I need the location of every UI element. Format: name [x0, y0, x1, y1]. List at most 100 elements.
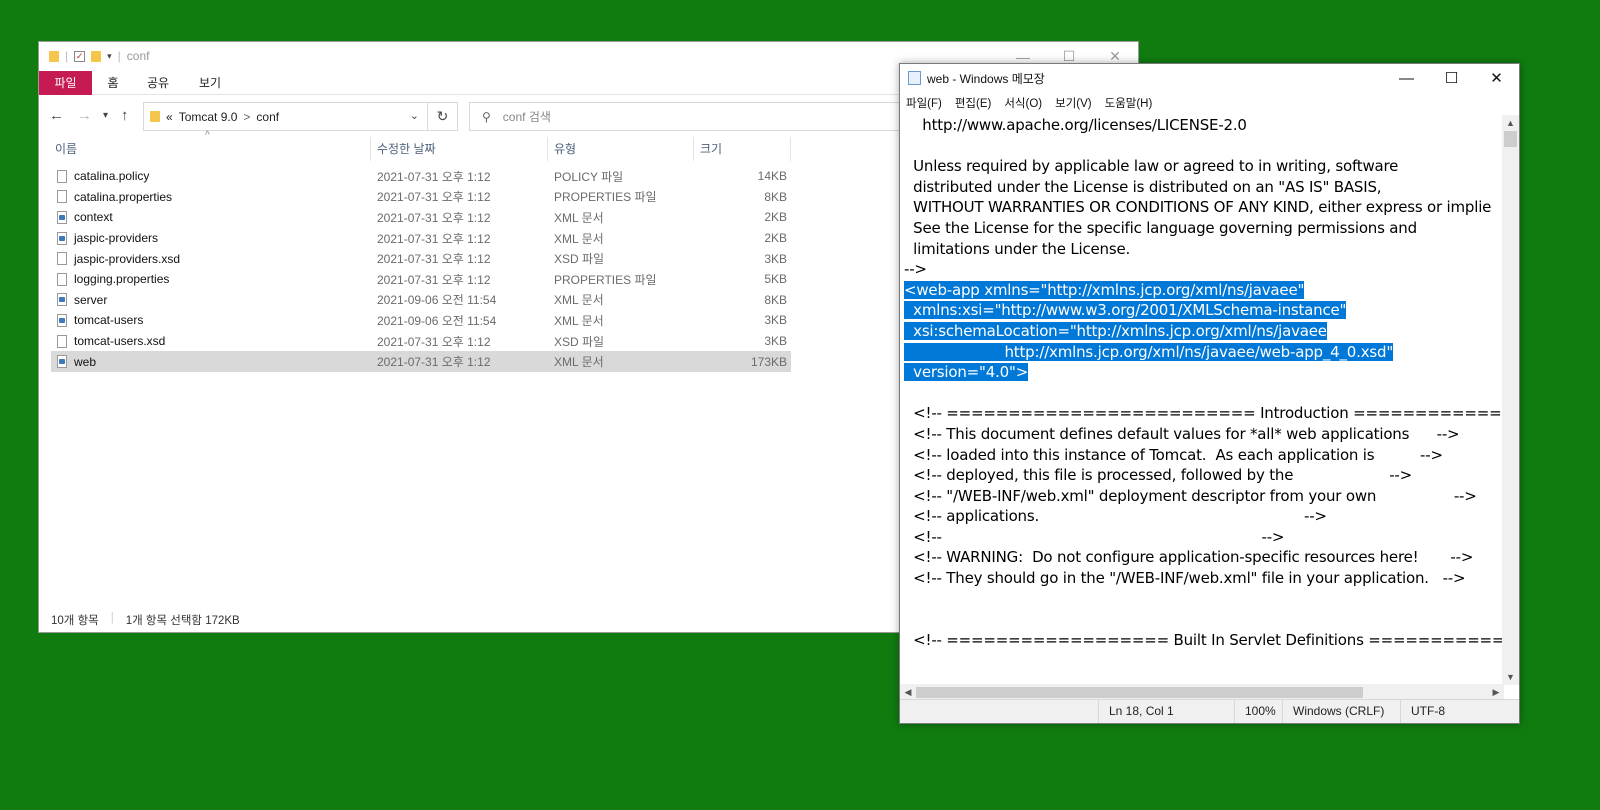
- file-row[interactable]: catalina.properties 2021-07-31 오후 1:12 PRO…: [51, 187, 791, 208]
- column-header-type[interactable]: 유형: [548, 137, 694, 161]
- text-line: http://xmlns.jcp.org/xml/ns/javaee/web-a…: [904, 342, 1502, 363]
- text-line: [904, 136, 1502, 157]
- file-row[interactable]: jaspic-providers 2021-07-31 오후 1:12 XML 문서…: [51, 228, 791, 249]
- file-type: XML 문서: [554, 293, 604, 308]
- file-name-cell[interactable]: jaspic-providers: [57, 231, 158, 245]
- text-line: <!-- They should go in the "/WEB-INF/web…: [904, 568, 1502, 589]
- menu-view[interactable]: 보기(V): [1055, 95, 1092, 111]
- menu-file[interactable]: 파일(F): [906, 95, 942, 111]
- file-icon: [57, 272, 67, 286]
- column-header-size[interactable]: 크기: [694, 137, 791, 161]
- file-size: 3KB: [764, 334, 787, 349]
- back-arrow-icon[interactable]: ←: [49, 107, 64, 124]
- menu-help[interactable]: 도움말(H): [1105, 95, 1153, 111]
- file-row[interactable]: tomcat-users 2021-09-06 오전 11:54 XML 문서 3KB: [51, 310, 791, 331]
- line-ending: Windows (CRLF): [1282, 700, 1400, 723]
- line-text: distributed under the License is distrib…: [904, 177, 1382, 196]
- line-text: <!-- ================== Built In Servlet…: [904, 630, 1502, 649]
- file-name-cell[interactable]: logging.properties: [57, 272, 169, 286]
- close-button[interactable]: ✕: [1474, 64, 1519, 92]
- file-type: XSD 파일: [554, 334, 605, 349]
- xml-file-icon: [57, 293, 67, 307]
- file-name: catalina.properties: [74, 189, 173, 204]
- file-row[interactable]: catalina.policy 2021-07-31 오후 1:12 POLICY …: [51, 166, 791, 187]
- maximize-button[interactable]: ☐: [1429, 64, 1474, 92]
- line-text: <!-- ========================= Introduct…: [913, 404, 1502, 423]
- breadcrumb-conf[interactable]: conf: [256, 110, 279, 124]
- vertical-scroll-thumb[interactable]: [1504, 131, 1517, 147]
- menu-edit[interactable]: 편집(E): [955, 95, 992, 111]
- tab-file[interactable]: 파일: [39, 71, 92, 95]
- text-line: [904, 609, 1502, 630]
- minimize-button[interactable]: —: [1384, 64, 1429, 92]
- selected-text: version="4.0">: [904, 363, 1029, 382]
- tab-share[interactable]: 공유: [143, 71, 173, 95]
- selected-text: <web-app xmlns="http://xmlns.jcp.org/xml…: [904, 280, 1305, 299]
- forward-arrow-icon[interactable]: →: [77, 107, 92, 124]
- file-name-cell[interactable]: catalina.policy: [57, 169, 149, 183]
- new-folder-icon[interactable]: [91, 50, 102, 62]
- text-line: <!-- -->: [904, 527, 1502, 548]
- file-name-cell[interactable]: tomcat-users.xsd: [57, 334, 165, 348]
- encoding: UTF-8: [1400, 700, 1518, 723]
- text-line: <!-- deployed, this file is processed, f…: [904, 465, 1502, 486]
- column-headers: 이름 수정한 날짜 유형 크기: [39, 137, 799, 161]
- file-name-cell[interactable]: context: [57, 210, 113, 224]
- file-name: logging.properties: [74, 272, 170, 287]
- horizontal-scroll-thumb[interactable]: [916, 687, 1363, 698]
- menu-format[interactable]: 서식(O): [1004, 95, 1042, 111]
- file-date: 2021-07-31 오후 1:12: [377, 169, 491, 184]
- file-row[interactable]: context 2021-07-31 오후 1:12 XML 문서 2KB: [51, 207, 791, 228]
- file-name-cell[interactable]: jaspic-providers.xsd: [57, 252, 180, 266]
- file-row[interactable]: server 2021-09-06 오전 11:54 XML 문서 8KB: [51, 290, 791, 311]
- vertical-scrollbar[interactable]: ▲ ▼: [1502, 115, 1519, 685]
- file-name-cell[interactable]: tomcat-users: [57, 313, 143, 327]
- window-title: web - Windows 메모장: [927, 71, 1045, 86]
- column-header-date[interactable]: 수정한 날짜: [371, 137, 548, 161]
- line-text: <!-- They should go in the "/WEB-INF/web…: [904, 569, 1466, 588]
- line-text: -->: [904, 260, 927, 279]
- line-text: <!-- deployed, this file is processed, f…: [904, 466, 1412, 485]
- properties-icon[interactable]: ✓: [74, 50, 86, 62]
- tab-view[interactable]: 보기: [195, 71, 225, 95]
- file-date: 2021-07-31 오후 1:12: [377, 231, 491, 246]
- file-row[interactable]: jaspic-providers.xsd 2021-07-31 오후 1:12 XS…: [51, 248, 791, 269]
- text-editor-area[interactable]: http://www.apache.org/licenses/LICENSE-2…: [904, 115, 1502, 698]
- up-arrow-icon[interactable]: ↑: [121, 107, 129, 124]
- menu-bar: 파일(F) 편집(E) 서식(O) 보기(V) 도움말(H): [900, 92, 1519, 114]
- file-name-cell[interactable]: web: [57, 355, 96, 369]
- text-line: Unless required by applicable law or agr…: [904, 156, 1502, 177]
- file-type: XML 문서: [554, 355, 604, 370]
- file-size: 8KB: [764, 189, 787, 204]
- scroll-down-icon[interactable]: ▼: [1502, 669, 1519, 685]
- text-line: <!-- "/WEB-INF/web.xml" deployment descr…: [904, 486, 1502, 507]
- file-name-cell[interactable]: catalina.properties: [57, 190, 172, 204]
- scroll-up-icon[interactable]: ▲: [1502, 115, 1519, 131]
- customize-toolbar-dropdown-icon[interactable]: ▾: [107, 51, 112, 62]
- address-bar[interactable]: « Tomcat 9.0 > conf ⌄: [143, 102, 428, 131]
- status-bar: 10개 항목 | 1개 항목 선택함 172KB: [51, 612, 240, 628]
- search-input[interactable]: ⚲ conf 검색: [469, 102, 929, 131]
- breadcrumb-tomcat[interactable]: Tomcat 9.0: [179, 110, 238, 124]
- file-icon: [57, 252, 67, 266]
- line-text: Unless required by applicable law or agr…: [904, 157, 1399, 176]
- file-date: 2021-07-31 오후 1:12: [377, 355, 491, 370]
- text-line: limitations under the License.: [904, 239, 1502, 260]
- file-date: 2021-09-06 오전 11:54: [377, 313, 497, 328]
- file-row[interactable]: logging.properties 2021-07-31 오후 1:12 PROP…: [51, 269, 791, 290]
- file-row[interactable]: tomcat-users.xsd 2021-07-31 오후 1:12 XSD 파일…: [51, 331, 791, 352]
- file-row[interactable]: web 2021-07-31 오후 1:12 XML 문서 173KB: [51, 351, 791, 372]
- file-type: PROPERTIES 파일: [554, 272, 657, 287]
- xml-file-icon: [57, 313, 67, 327]
- address-history-chevron-icon[interactable]: ⌄: [410, 109, 419, 122]
- file-name: tomcat-users: [74, 313, 144, 328]
- refresh-icon: ↻: [436, 108, 449, 124]
- column-header-name[interactable]: 이름: [49, 137, 371, 161]
- refresh-button[interactable]: ↻: [428, 102, 458, 131]
- tab-home[interactable]: 홈: [101, 71, 125, 95]
- line-text: <!-- "/WEB-INF/web.xml" deployment descr…: [904, 486, 1477, 505]
- file-name-cell[interactable]: server: [57, 293, 107, 307]
- address-overflow-prefix[interactable]: «: [166, 110, 173, 124]
- recent-locations-chevron-icon[interactable]: ▾: [103, 110, 108, 121]
- breadcrumb-separator-icon[interactable]: >: [243, 110, 250, 124]
